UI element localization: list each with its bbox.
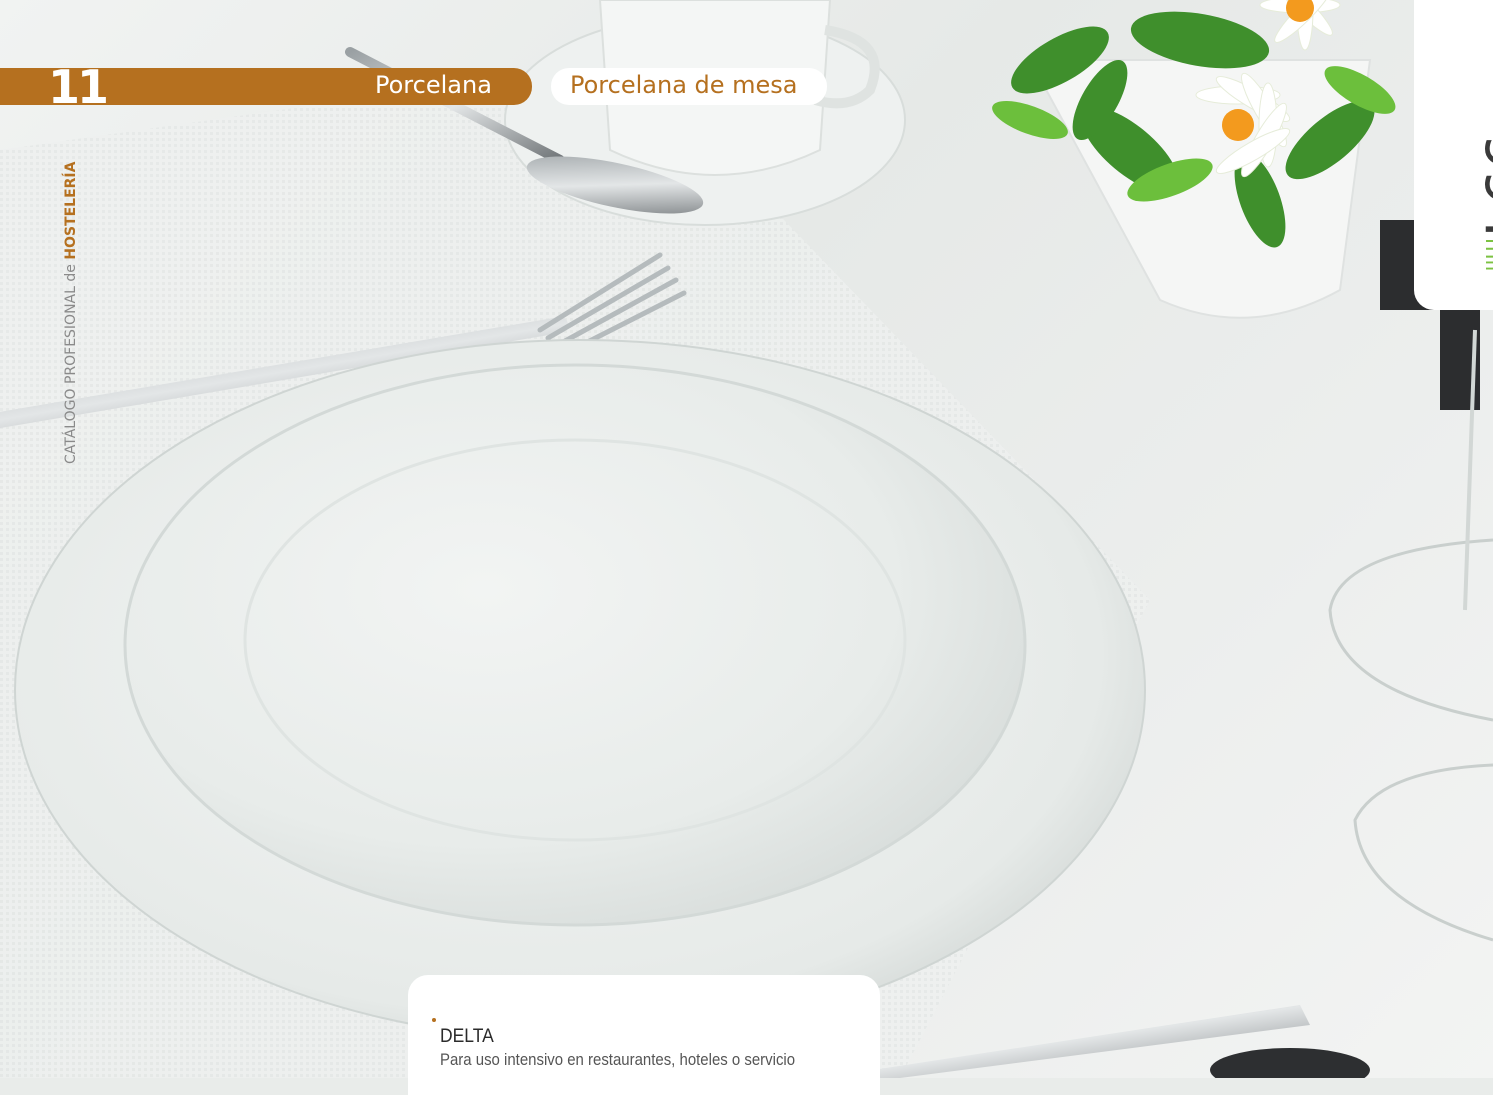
catalog-label-emphasis: HOSTELERÍA [63, 161, 79, 260]
catalog-side-label: CATÁLOGO PROFESIONAL de HOSTELERÍA [63, 162, 79, 464]
chapter-number: 11 [48, 60, 109, 114]
tableware-photo-illustration [0, 0, 1493, 1078]
product-name: DELTA [440, 1026, 494, 1047]
brand-logo-number: 994 [1472, 134, 1493, 241]
tableware-photo [0, 0, 1493, 1078]
bullet-icon [432, 1018, 436, 1022]
section-title: Porcelana [375, 71, 492, 99]
product-description: Para uso intensivo en restaurantes, hote… [440, 1050, 796, 1069]
catalog-label-prefix: CATÁLOGO PROFESIONAL de [63, 259, 79, 464]
subsection-title: Porcelana de mesa [570, 71, 798, 99]
brand-logo-icon: 994 mil [1472, 134, 1493, 270]
brand-logo-mil: mil [1480, 238, 1493, 270]
